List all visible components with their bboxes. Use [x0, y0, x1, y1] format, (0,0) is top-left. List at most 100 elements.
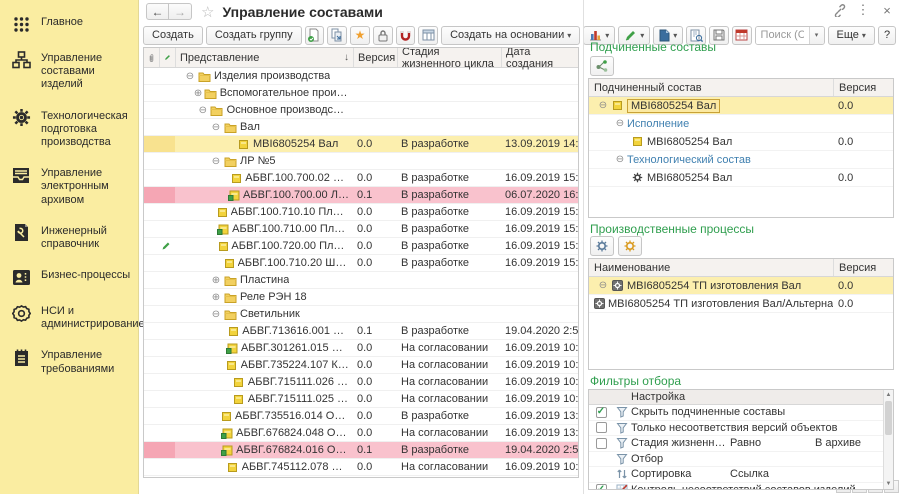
expander-open-icon[interactable]: ⊖ [596, 280, 610, 291]
create-based-on-button[interactable]: Создать на основании▾ [441, 26, 580, 45]
filter-row[interactable]: Отбор [589, 452, 883, 468]
sidebar-item[interactable]: Инженерный справочник [8, 215, 134, 259]
subordinate-version-column-header[interactable]: Версия [833, 79, 893, 96]
filter-row[interactable]: ✓Скрыть подчиненные составы [589, 405, 883, 421]
filter-row[interactable]: СортировкаСсылка [589, 467, 883, 483]
subordinate-row[interactable]: ⊖Исполнение [589, 115, 893, 133]
favorites-button[interactable]: ★ [350, 26, 370, 45]
processes-name-column-header[interactable]: Наименование [589, 262, 833, 274]
stage-column-header[interactable]: Стадия жизненного цикла [397, 48, 501, 67]
create-group-button[interactable]: Создать группу [206, 26, 302, 45]
sidebar-item[interactable]: НСИ и администрирование [8, 295, 134, 339]
sidebar-item[interactable]: Технологическая подготовка производства [8, 100, 134, 158]
tree-row[interactable]: ⊕Вспомогательное производство [144, 85, 578, 102]
subordinate-name-column-header[interactable]: Подчиненный состав [589, 82, 833, 94]
tech-structure-gear-icon [630, 172, 644, 183]
expander-open-icon[interactable]: ⊖ [209, 156, 223, 167]
expander-open-icon[interactable]: ⊖ [596, 100, 610, 111]
magnet-button[interactable] [396, 26, 416, 45]
tree-row[interactable]: АБВГ.735224.107 Крышка0.0На согласовании… [144, 357, 578, 374]
sidebar-item[interactable]: Управление электронным архивом [8, 157, 134, 215]
checkbox-checked[interactable]: ✓ [596, 407, 607, 418]
filter-row[interactable]: Только несоответствия версий объектов [589, 421, 883, 437]
tree-row[interactable]: ⊖Изделия производства [144, 68, 578, 85]
tree-row[interactable]: ⊖Светильник [144, 306, 578, 323]
sidebar-item[interactable]: Главное [8, 6, 134, 42]
checkbox-unchecked[interactable] [596, 422, 607, 433]
process-button[interactable] [590, 236, 614, 256]
tree-item-label: АБВГ.715111.025 Ось [248, 393, 349, 405]
expander-closed-icon[interactable]: ⊕ [209, 275, 223, 286]
tree-row[interactable]: АБВГ.100.710.10 Плита верхняя 50.0В разр… [144, 204, 578, 221]
filter-row[interactable]: Стадия жизненного циклаРавноВ архиве [589, 436, 883, 452]
expander-open-icon[interactable]: ⊖ [183, 71, 197, 82]
tree-row[interactable]: MBI6805254 Вал0.0В разработке13.09.2019 … [144, 136, 578, 153]
name-cell: ⊖MBI6805254 Вал [589, 99, 833, 113]
sidebar-item[interactable]: Управление составами изделий [8, 42, 134, 100]
tree-row[interactable]: АБВГ.745112.078 Панель0.0На согласовании… [144, 459, 578, 476]
expander-open-icon[interactable]: ⊖ [209, 122, 223, 133]
checkbox-unchecked[interactable] [596, 438, 607, 449]
tree-row[interactable]: ⊕Реле РЭН 18 [144, 289, 578, 306]
name-cell: ⊖Основное производство [175, 102, 353, 118]
process-row[interactable]: MBI6805254 ТП изготовления Вал/Альтернат… [589, 295, 893, 313]
tree-row[interactable]: АБВГ.713616.001 Втулка0.1В разработке19.… [144, 323, 578, 340]
tree-item-label: MBI6805254 Вал [253, 138, 338, 150]
expander-open-icon[interactable]: ⊖ [613, 118, 627, 129]
process-row[interactable]: ⊖MBI6805254 ТП изготовления Вал0.0 [589, 277, 893, 295]
tree-row[interactable]: АБВГ.100.700.00 ЛР №50.1В разработке06.0… [144, 187, 578, 204]
expander-open-icon[interactable]: ⊖ [196, 105, 210, 116]
process-alt-button[interactable] [618, 236, 642, 256]
subordinate-row[interactable]: MBI6805254 Вал0.0 [589, 133, 893, 151]
structure-graph-button[interactable] [590, 56, 614, 76]
filters-setting-column-header[interactable]: Настройка [589, 391, 685, 403]
favorite-star-icon[interactable]: ☆ [201, 3, 214, 21]
tree-row[interactable]: АБВГ.735516.014 Отражатель0.0В разработк… [144, 408, 578, 425]
tree-row[interactable]: ⊖ЛР №5 [144, 153, 578, 170]
tree-row[interactable]: ⊖Основное производство [144, 102, 578, 119]
scrollbar-up-arrow[interactable]: ▲ [884, 390, 893, 400]
sidebar-item[interactable]: Управление требованиями [8, 339, 134, 383]
new-version-button[interactable] [305, 26, 325, 45]
expander-closed-icon[interactable]: ⊕ [209, 292, 223, 303]
tree-row[interactable]: АБВГ.100.710.20 Шпилька 50.0В разработке… [144, 255, 578, 272]
processes-version-column-header[interactable]: Версия [833, 259, 893, 276]
tree-row[interactable]: АБВГ.100.700.02 Гайка0.0В разработке16.0… [144, 170, 578, 187]
subordinate-row[interactable]: MBI6805254 Вал0.0 [589, 169, 893, 187]
version-cell [353, 85, 397, 101]
edit-column-header[interactable] [159, 48, 175, 67]
subordinate-row[interactable]: ⊖MBI6805254 Вал0.0 [589, 97, 893, 115]
filter-row[interactable]: ✓Контроль несоответствий составов издели… [589, 483, 883, 491]
created-column-header[interactable]: Дата создания [501, 48, 578, 67]
forward-button[interactable]: → [169, 3, 192, 20]
scrollbar-thumb[interactable] [885, 401, 892, 435]
version-cell: 0.0 [353, 170, 397, 186]
subordinate-row[interactable]: ⊖Технологический состав [589, 151, 893, 169]
attachment-column-header[interactable] [144, 48, 159, 67]
back-button[interactable]: ← [146, 3, 169, 20]
tree-row[interactable]: АБВГ.676824.048 Отражатель0.0На согласов… [144, 425, 578, 442]
stage-cell: На согласовании [397, 374, 501, 390]
edit-marker-cell [159, 442, 175, 458]
tree-row[interactable]: ⊕Пластина [144, 272, 578, 289]
copy-button[interactable] [327, 26, 347, 45]
tree-row[interactable]: АБВГ.100.720.00 Плита нижняя 50.0В разра… [144, 238, 578, 255]
expander-open-icon[interactable]: ⊖ [613, 154, 627, 165]
attachment-cell [144, 187, 159, 203]
name-column-header[interactable]: Представление ↓ [175, 48, 353, 67]
tree-row[interactable]: АБВГ.301261.015 Крышка0.0На согласовании… [144, 340, 578, 357]
expander-open-icon[interactable]: ⊖ [209, 309, 223, 320]
scrollbar-down-arrow[interactable]: ▼ [884, 479, 893, 489]
tree-row[interactable]: АБВГ.715111.025 Ось0.0На согласовании16.… [144, 391, 578, 408]
expander-closed-icon[interactable]: ⊕ [193, 88, 204, 99]
tree-row[interactable]: АБВГ.715111.026 Ось0.0На согласовании16.… [144, 374, 578, 391]
version-column-header[interactable]: Версия [353, 48, 397, 67]
lock-button[interactable] [373, 26, 393, 45]
tree-row[interactable]: АБВГ.676824.016 Отражатель0.1В разработк… [144, 442, 578, 459]
sidebar-item[interactable]: Бизнес-процессы [8, 259, 134, 295]
checkbox-checked[interactable]: ✓ [596, 484, 607, 490]
columns-button[interactable] [418, 26, 438, 45]
create-button[interactable]: Создать [143, 26, 203, 45]
tree-row[interactable]: АБВГ.100.710.00 Плита верхняя…0.0В разра… [144, 221, 578, 238]
tree-row[interactable]: ⊖Вал [144, 119, 578, 136]
